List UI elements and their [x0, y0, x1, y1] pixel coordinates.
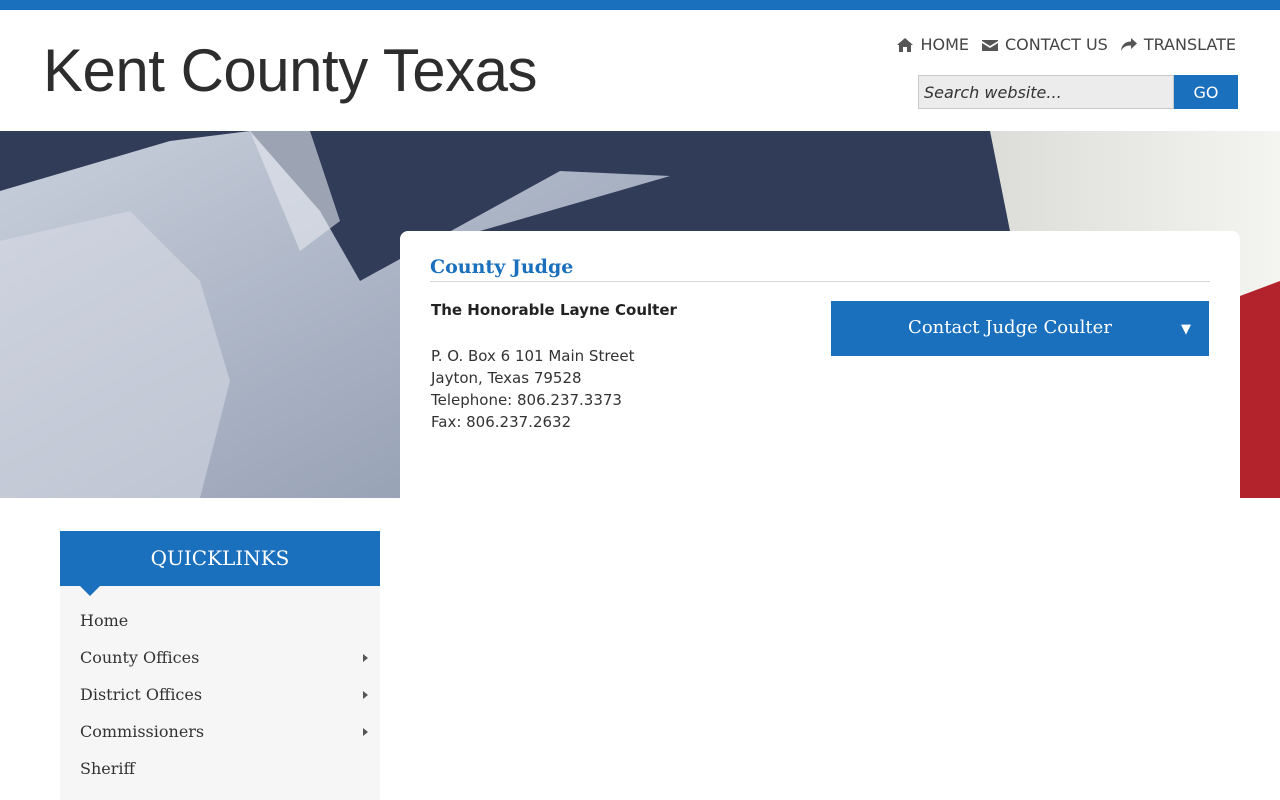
- site-header: Kent County Texas HOME CONTACT US TRANSL…: [0, 10, 1280, 131]
- home-icon: [897, 37, 914, 52]
- translate-link-label: TRANSLATE: [1143, 35, 1236, 54]
- site-title[interactable]: Kent County Texas: [43, 36, 538, 105]
- envelope-icon: [981, 39, 998, 51]
- quicklink-county-offices[interactable]: County Offices: [60, 645, 380, 682]
- quicklinks-sidebar: QUICKLINKS Home County Offices District …: [60, 531, 380, 800]
- quicklink-label: District Offices: [80, 685, 203, 704]
- quicklink-district-offices[interactable]: District Offices: [60, 682, 380, 719]
- page-title: County Judge: [430, 256, 574, 278]
- quicklink-label: County Offices: [80, 648, 200, 667]
- quicklink-commissioners[interactable]: Commissioners: [60, 719, 380, 756]
- caret-right-icon: [363, 691, 368, 699]
- quicklinks-header: QUICKLINKS: [60, 531, 380, 586]
- share-arrow-icon: [1120, 37, 1137, 51]
- address-line: Jayton, Texas 79528: [431, 369, 582, 387]
- county-judge-panel: County Judge The Honorable Layne Coulter…: [400, 231, 1240, 498]
- quicklink-home[interactable]: Home: [60, 608, 380, 645]
- contact-us-link-label: CONTACT US: [1004, 35, 1108, 54]
- quicklinks-header-notch: [80, 586, 100, 596]
- contact-us-link[interactable]: CONTACT US: [981, 35, 1108, 54]
- contact-judge-button[interactable]: Contact Judge Coulter ▼: [831, 301, 1209, 356]
- address-line: P. O. Box 6 101 Main Street: [431, 347, 635, 365]
- home-link[interactable]: HOME: [896, 35, 969, 54]
- telephone: Telephone: 806.237.3373: [431, 391, 622, 409]
- top-accent-bar: [0, 0, 1280, 10]
- utility-nav: HOME CONTACT US TRANSLATE: [896, 35, 1236, 54]
- translate-link[interactable]: TRANSLATE: [1120, 35, 1236, 54]
- quicklinks-list: Home County Offices District Offices Com…: [60, 586, 380, 793]
- quicklink-label: Commissioners: [80, 722, 205, 741]
- quicklink-sheriff[interactable]: Sheriff: [60, 756, 380, 793]
- quicklink-label: Home: [80, 611, 129, 630]
- home-link-label: HOME: [920, 35, 969, 54]
- quicklink-label: Sheriff: [80, 759, 135, 778]
- heading-divider: [430, 281, 1210, 282]
- contact-judge-button-label: Contact Judge Coulter: [908, 317, 1112, 338]
- search-go-button[interactable]: GO: [1174, 75, 1238, 109]
- search-form: GO: [918, 75, 1238, 109]
- judge-name: The Honorable Layne Coulter: [431, 301, 677, 319]
- caret-right-icon: [363, 654, 368, 662]
- caret-right-icon: [363, 728, 368, 736]
- caret-down-icon: ▼: [1181, 322, 1191, 337]
- fax: Fax: 806.237.2632: [431, 413, 572, 431]
- search-input[interactable]: [918, 75, 1174, 109]
- judge-address: P. O. Box 6 101 Main Street Jayton, Texa…: [431, 345, 635, 433]
